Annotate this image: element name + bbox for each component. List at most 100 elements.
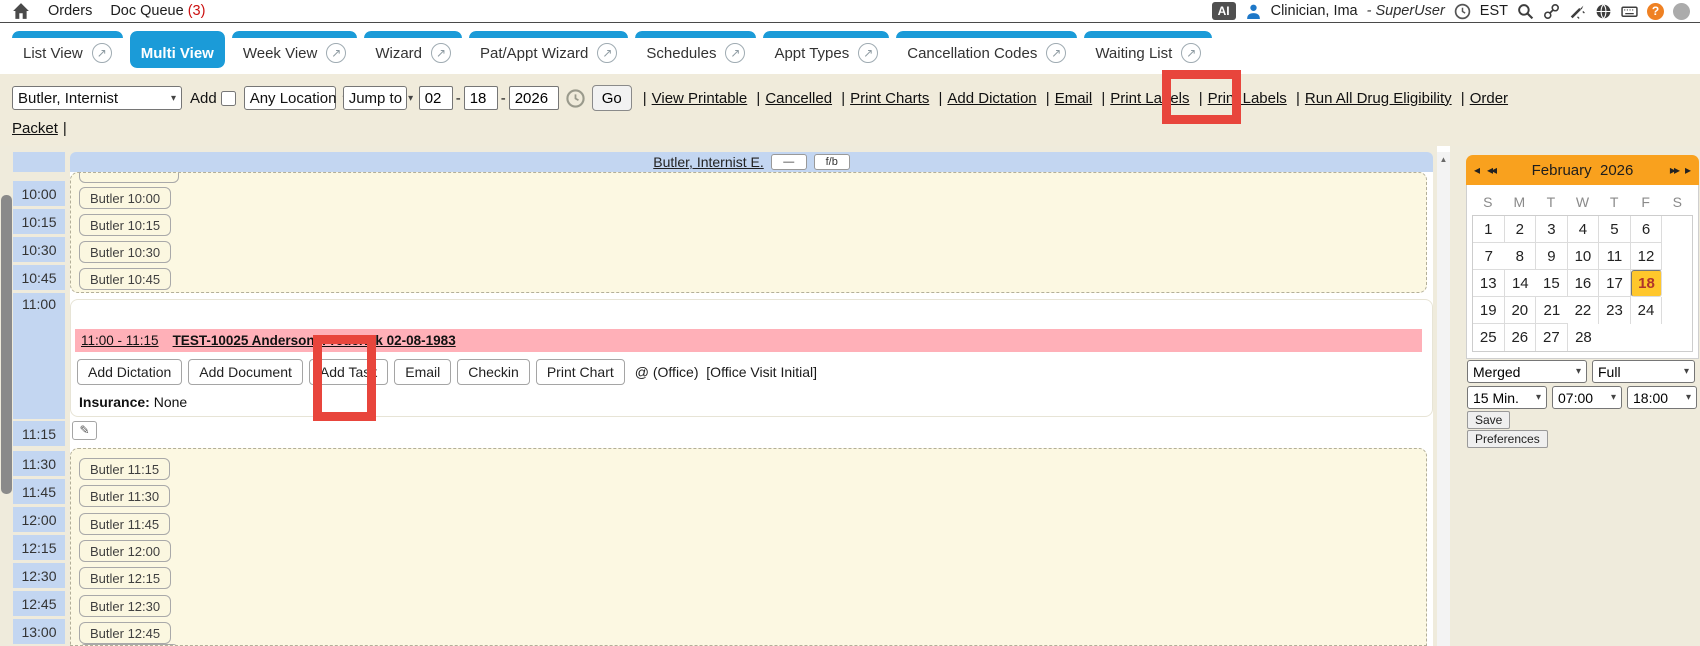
calendar-day[interactable]: 24 [1631,297,1663,324]
calendar-day[interactable]: 17 [1599,270,1631,297]
slot-button[interactable]: Butler 10:30 [79,241,171,263]
tab-week-view[interactable]: Week View↗ [232,31,357,68]
tab-schedules[interactable]: Schedules↗ [635,31,756,68]
link-view-printable[interactable]: View Printable [652,90,748,107]
calendar-day[interactable]: 1 [1473,216,1505,243]
slot-button[interactable]: Butler 12:30 [79,595,171,617]
calendar-day[interactable]: 26 [1505,324,1537,351]
vertical-scrollbar[interactable]: ▲ [1437,152,1450,646]
slot-button[interactable]: Butler 11:15 [79,458,170,480]
globe-icon[interactable] [1595,3,1612,20]
calendar-day[interactable]: 7 [1473,243,1505,270]
calendar-day[interactable]: 23 [1599,297,1631,324]
scrollbar-thumb[interactable] [1,195,12,494]
link-run-drug-eligibility[interactable]: Run All Drug Eligibility [1305,90,1452,107]
external-link-icon[interactable]: ↗ [1046,43,1066,63]
start-time-select[interactable]: 07:00▾ [1552,386,1622,409]
edit-slot-button[interactable]: ✎ [72,421,97,440]
end-time-select[interactable]: 18:00▾ [1627,386,1697,409]
nav-doc-queue[interactable]: Doc Queue(3) [110,3,205,19]
link-order-packet-wrap[interactable]: Packet [12,120,58,137]
tab-cancellation-codes[interactable]: Cancellation Codes↗ [896,31,1077,68]
external-link-icon[interactable]: ↗ [1181,43,1201,63]
link-cancelled[interactable]: Cancelled [765,90,832,107]
link-icon[interactable] [1543,3,1560,20]
calendar-day[interactable]: 22 [1568,297,1600,324]
calendar-day[interactable]: 4 [1568,216,1600,243]
collapse-column-button[interactable]: — [771,154,807,170]
external-link-icon[interactable]: ↗ [431,43,451,63]
location-select[interactable]: Any Location▾ [244,86,336,110]
link-email[interactable]: Email [1055,90,1093,107]
tab-list-view[interactable]: List View↗ [12,31,123,68]
calendar-day[interactable]: 9 [1536,243,1568,270]
fb-button[interactable]: f/b [814,154,850,170]
calendar-day[interactable]: 19 [1473,297,1505,324]
home-icon[interactable] [12,2,30,20]
save-button[interactable]: Save [1467,411,1510,429]
email-button[interactable]: Email [394,359,451,385]
calendar-day-selected[interactable]: 18 [1631,270,1663,297]
calendar-day[interactable]: 3 [1536,216,1568,243]
calendar-day[interactable]: 25 [1473,324,1505,351]
slot-button[interactable]: Butler 12:45 [79,622,171,644]
view-mode-select[interactable]: Merged▾ [1467,360,1587,383]
tab-appt-types[interactable]: Appt Types↗ [763,31,889,68]
add-document-button[interactable]: Add Document [188,359,303,385]
calendar-day[interactable]: 6 [1631,216,1663,243]
link-print-charts[interactable]: Print Charts [850,90,929,107]
calendar-next-icon[interactable]: ▸ [1685,163,1691,177]
calendar-day[interactable]: 13 [1473,270,1505,297]
slot-button[interactable]: Butler 12:00 [79,540,171,562]
tab-wizard[interactable]: Wizard↗ [364,31,462,68]
slot-button[interactable]: Butler 11:30 [79,485,170,507]
calendar-day[interactable]: 20 [1505,297,1537,324]
calendar-day[interactable]: 8 [1505,243,1537,270]
slot-button[interactable]: Butler 11:45 [79,513,170,535]
scroll-up-arrow-icon[interactable]: ▲ [1437,152,1450,166]
tab-pat-appt-wizard[interactable]: Pat/Appt Wizard↗ [469,31,628,68]
slot-button[interactable]: Butler 10:15 [79,214,171,236]
slot-button[interactable]: Butler 10:45 [79,268,171,290]
tab-multi-view[interactable]: Multi View [130,31,225,68]
appointment-time-link[interactable]: 11:00 - 11:15 [81,333,159,348]
calendar-prev-year-icon[interactable]: ◂◂ [1487,163,1495,177]
date-year-input[interactable] [509,86,559,110]
add-dictation-button[interactable]: Add Dictation [77,359,182,385]
calendar-prev-icon[interactable]: ◂ [1474,163,1480,177]
provider-select[interactable]: Butler, Internist▾ [12,86,182,110]
print-chart-button[interactable]: Print Chart [536,359,625,385]
tab-waiting-list[interactable]: Waiting List↗ [1084,31,1212,68]
calendar-day[interactable]: 12 [1631,243,1663,270]
keyboard-icon[interactable] [1621,3,1638,20]
link-order-packet[interactable]: Order [1470,90,1508,107]
provider-column-link[interactable]: Butler, Internist E. [653,154,764,170]
external-link-icon[interactable]: ↗ [725,43,745,63]
external-link-icon[interactable]: ↗ [597,43,617,63]
search-icon[interactable] [1517,3,1534,20]
calendar-clock-icon[interactable] [566,89,585,108]
jump-to-select[interactable]: Jump to▾ [343,86,407,110]
preferences-button[interactable]: Preferences [1467,430,1548,448]
calendar-day[interactable]: 11 [1599,243,1631,270]
link-add-dictation[interactable]: Add Dictation [947,90,1036,107]
user-name[interactable]: Clinician, Ima [1271,3,1358,19]
calendar-day[interactable]: 21 [1536,297,1568,324]
go-button[interactable]: Go [592,85,632,111]
slot-button-partial[interactable] [79,172,179,183]
date-day-input[interactable] [464,86,498,110]
add-checkbox[interactable] [221,91,236,106]
slot-button[interactable]: Butler 12:15 [79,567,171,589]
calendar-day[interactable]: 14 [1505,270,1537,297]
date-month-input[interactable] [419,86,453,110]
calendar-day[interactable]: 15 [1536,270,1568,297]
calendar-next-year-icon[interactable]: ▸▸ [1670,163,1678,177]
nav-orders[interactable]: Orders [48,3,92,19]
calendar-day[interactable]: 2 [1505,216,1537,243]
wand-icon[interactable] [1569,3,1586,20]
external-link-icon[interactable]: ↗ [326,43,346,63]
ai-badge[interactable]: AI [1212,2,1236,20]
external-link-icon[interactable]: ↗ [92,43,112,63]
slot-button[interactable]: Butler 10:00 [79,187,171,209]
size-select[interactable]: Full▾ [1592,360,1695,383]
